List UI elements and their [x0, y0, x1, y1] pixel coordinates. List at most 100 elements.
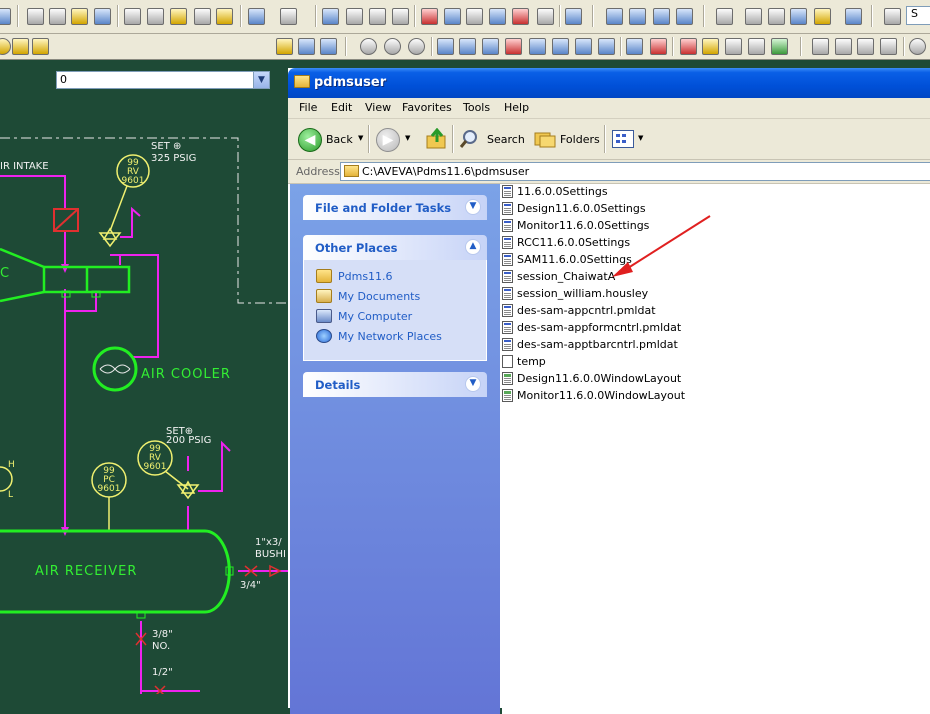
undo-icon[interactable]	[248, 8, 265, 25]
materials-icon[interactable]	[845, 8, 862, 25]
box-icon[interactable]	[745, 8, 762, 25]
layer-states-icon[interactable]	[320, 38, 337, 55]
views-icon[interactable]	[612, 130, 634, 148]
back-button[interactable]: Back	[326, 133, 353, 146]
solid-extrude-icon[interactable]	[552, 38, 569, 55]
views-dropdown-icon[interactable]: ▼	[638, 134, 643, 142]
settings-file-icon	[502, 253, 513, 266]
chevron-down-icon[interactable]: ▼	[465, 376, 481, 392]
file-folder-tasks-header[interactable]: File and Folder Tasks ▼	[303, 195, 487, 220]
window-title: pdmsuser	[314, 75, 387, 90]
help-icon[interactable]	[565, 8, 582, 25]
redo-icon[interactable]	[280, 8, 297, 25]
toolbar-separator	[620, 37, 622, 56]
forward-dropdown-icon[interactable]: ▼	[405, 134, 410, 142]
send-back-icon[interactable]	[676, 8, 693, 25]
copy-icon[interactable]	[147, 8, 164, 25]
details-panel: Details ▼	[303, 372, 487, 397]
brush-icon[interactable]	[216, 8, 233, 25]
print-preview-icon[interactable]	[49, 8, 66, 25]
cut-icon[interactable]	[124, 8, 141, 25]
link2-icon[interactable]	[384, 38, 401, 55]
menu-tools[interactable]: Tools	[463, 101, 490, 114]
dim-aligned-icon[interactable]	[835, 38, 852, 55]
dim-arc-icon[interactable]	[857, 38, 874, 55]
solid-slice-icon[interactable]	[598, 38, 615, 55]
plot-icon[interactable]	[94, 8, 111, 25]
solid-revolve-icon[interactable]	[575, 38, 592, 55]
pan-icon[interactable]	[322, 8, 339, 25]
dim-radius-icon[interactable]	[909, 38, 926, 55]
menu-file[interactable]: File	[299, 101, 317, 114]
solid-move-icon[interactable]	[459, 38, 476, 55]
sheet-set-icon[interactable]	[489, 8, 506, 25]
folder-up-icon[interactable]	[426, 128, 448, 150]
hide-icon[interactable]	[716, 8, 733, 25]
back-dropdown-icon[interactable]: ▼	[358, 134, 363, 142]
address-path[interactable]: C:\AVEVA\Pdms11.6\pdmsuser	[362, 165, 529, 178]
zoom-window-icon[interactable]	[369, 8, 386, 25]
bring-front-icon[interactable]	[653, 8, 670, 25]
publish-icon[interactable]	[71, 8, 88, 25]
menu-help[interactable]: Help	[504, 101, 529, 114]
dim-linear-icon[interactable]	[812, 38, 829, 55]
print-icon[interactable]	[27, 8, 44, 25]
layer-on-icon[interactable]	[0, 38, 11, 55]
save-icon[interactable]	[0, 8, 11, 25]
markup-icon[interactable]	[512, 8, 529, 25]
layer-previous-icon[interactable]	[298, 38, 315, 55]
layer-color-icon[interactable]	[32, 38, 49, 55]
properties-icon[interactable]	[421, 8, 438, 25]
text-style-input[interactable]: S	[906, 6, 930, 25]
toolbar-separator	[903, 37, 905, 56]
search-button[interactable]: Search	[487, 133, 525, 146]
solid-interfere-icon[interactable]	[650, 38, 667, 55]
ucs-world-icon[interactable]	[702, 38, 719, 55]
title-bar[interactable]: pdmsuser	[288, 68, 930, 98]
address-input[interactable]: C:\AVEVA\Pdms11.6\pdmsuser	[340, 162, 930, 181]
chevron-down-icon[interactable]: ▼	[465, 199, 481, 215]
other-places-header[interactable]: Other Places ▲	[303, 235, 487, 260]
solid-box-icon[interactable]	[437, 38, 454, 55]
render-icon[interactable]	[814, 8, 831, 25]
tool-palettes-icon[interactable]	[466, 8, 483, 25]
menu-view[interactable]: View	[365, 101, 391, 114]
match-properties-icon[interactable]	[194, 8, 211, 25]
calculator-icon[interactable]	[537, 8, 554, 25]
folders-button[interactable]: Folders	[560, 133, 600, 146]
design-center-icon[interactable]	[444, 8, 461, 25]
ucs-view-icon[interactable]	[771, 38, 788, 55]
details-header[interactable]: Details ▼	[303, 372, 487, 397]
back-arrow-icon[interactable]: ◀	[298, 128, 322, 152]
wedge-icon[interactable]	[768, 8, 785, 25]
menu-edit[interactable]: Edit	[331, 101, 352, 114]
dim-ordinate-icon[interactable]	[880, 38, 897, 55]
cad-drawing-area[interactable]: IR INTAKE SET ⊕ 325 PSIG 99 RV 9601 C AIR …	[0, 61, 288, 694]
ucs-face-icon[interactable]	[725, 38, 742, 55]
layer-lock-icon[interactable]	[12, 38, 29, 55]
ungroup-icon[interactable]	[629, 8, 646, 25]
forward-arrow-icon[interactable]: ▶	[376, 128, 400, 152]
solid-union-icon[interactable]	[482, 38, 499, 55]
link3-icon[interactable]	[408, 38, 425, 55]
solid-subtract-icon[interactable]	[505, 38, 522, 55]
chevron-up-icon[interactable]: ▲	[465, 239, 481, 255]
explorer-window[interactable]: pdmsuser File Edit View Favorites Tools …	[288, 68, 930, 714]
ucs-object-icon[interactable]	[748, 38, 765, 55]
text-style-icon[interactable]	[884, 8, 901, 25]
zoom-realtime-icon[interactable]	[346, 8, 363, 25]
file-list[interactable]: 11.6.0.0Settings Design11.6.0.0Settings …	[502, 184, 930, 714]
paste-icon[interactable]	[170, 8, 187, 25]
folders-icon[interactable]	[534, 130, 556, 148]
link-icon[interactable]	[360, 38, 377, 55]
menu-favorites[interactable]: Favorites	[402, 101, 452, 114]
ucs-icon[interactable]	[680, 38, 697, 55]
group-icon[interactable]	[606, 8, 623, 25]
layer-manager-icon[interactable]	[276, 38, 293, 55]
zoom-previous-icon[interactable]	[392, 8, 409, 25]
shade-icon[interactable]	[790, 8, 807, 25]
toolbar-separator	[800, 37, 802, 56]
search-icon[interactable]	[459, 129, 479, 149]
solid-section-icon[interactable]	[626, 38, 643, 55]
solid-intersect-icon[interactable]	[529, 38, 546, 55]
